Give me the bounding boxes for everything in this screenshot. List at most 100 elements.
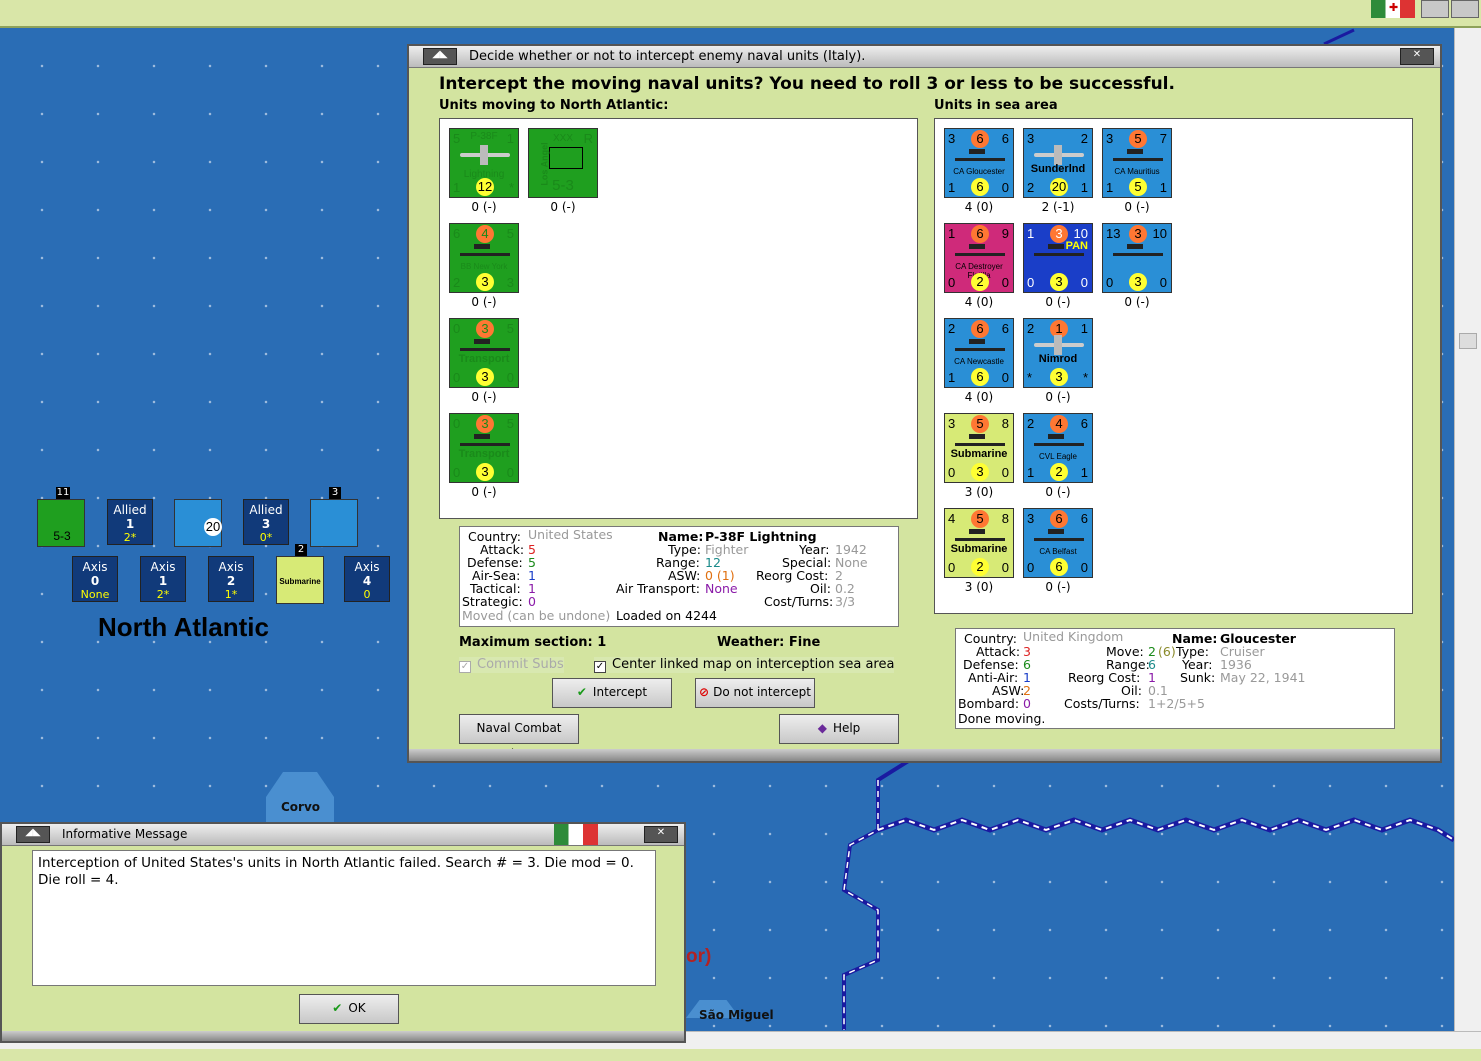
minimize-button[interactable] — [1421, 0, 1449, 18]
counter-tr: 10 — [1073, 226, 1088, 241]
dialog-titlebar[interactable]: ◢◣ Decide whether or not to intercept en… — [409, 46, 1440, 68]
counter-bm: 3 — [1129, 273, 1147, 291]
counter-tm: 3 — [1129, 225, 1147, 243]
plane-icon — [1034, 335, 1084, 355]
unit-counter-transport[interactable]: 0 3 5 Transport 0 3 0 — [449, 413, 519, 483]
commit-subs-checkbox[interactable]: ✓ Commit Subs — [459, 657, 564, 673]
army-symbol-icon — [549, 147, 583, 169]
checkbox-icon: ✓ — [594, 661, 606, 673]
counter-tr: 7 — [1159, 131, 1167, 146]
italy-flag-icon — [1371, 0, 1415, 18]
help-button[interactable]: ◆ Help — [779, 714, 899, 744]
unit-value: 0 (-) — [1124, 295, 1150, 309]
counter-tr: 6 — [1001, 131, 1009, 146]
counter-bm: 2 — [1050, 463, 1068, 481]
message-menu-button[interactable]: ◢◣ — [16, 826, 50, 843]
message-close-button[interactable]: ✕ — [644, 826, 678, 843]
unit-value: 0 (-) — [1045, 580, 1071, 594]
unit-value: 0 (-) — [1124, 200, 1150, 214]
unit-value: 0 (-) — [471, 295, 497, 309]
do-not-intercept-button[interactable]: ⊘ Do not intercept — [695, 678, 815, 708]
counter-bl: 0 — [1027, 275, 1035, 290]
counter-bm: 3 — [971, 463, 989, 481]
sea-units-label: Units in sea area — [934, 98, 1058, 113]
unit-counter-sea[interactable]: 3 5 8 Submarine 0 3 0 — [944, 413, 1014, 483]
counter-tl: 13 — [1106, 226, 1121, 241]
plane-icon — [1034, 145, 1084, 165]
counter-tl: 3 — [1027, 511, 1035, 526]
counter-tr: 2 — [1080, 131, 1088, 146]
dialog-bottom-edge — [409, 749, 1440, 761]
scroll-thumb[interactable] — [1459, 333, 1477, 349]
counter-tl: 1 — [1027, 226, 1035, 241]
ship-icon — [1113, 149, 1163, 161]
unit-counter-transport[interactable]: 0 3 5 Transport 0 3 0 — [449, 318, 519, 388]
counter-name: Sunderlnd — [1030, 163, 1086, 175]
unit-counter-sea[interactable]: 13 3 10 0 3 0 — [1102, 223, 1172, 293]
vertical-scrollbar[interactable] — [1454, 28, 1481, 1031]
checkmark-icon: ✔ — [332, 1001, 343, 1015]
counter-tm: 5 — [971, 415, 989, 433]
unit-value: 3 (0) — [964, 485, 994, 499]
counter-name: CA Gloucester — [953, 167, 1005, 176]
unit-counter-sea[interactable]: 169CA Destroyer Flotilla020 — [944, 223, 1014, 293]
map-army-counter[interactable]: 5-3 — [37, 499, 85, 547]
counter-bm: 2 — [971, 273, 989, 291]
counter-br: 0 — [1001, 465, 1009, 480]
maximize-button[interactable] — [1451, 0, 1479, 18]
unit-counter-sea[interactable]: 3 6 6 CA Belfast 0 6 0 — [1023, 508, 1093, 578]
axis-tile-2[interactable]: Axis 2 1* — [208, 556, 254, 602]
unit-counter-sea[interactable]: 3 2 Sunderlnd 2 20 1 — [1023, 128, 1093, 198]
map-sunderland-counter[interactable]: 20 — [174, 499, 222, 547]
counter-tr: 1 — [1080, 321, 1088, 336]
counter-br: 0 — [1080, 560, 1088, 575]
intercept-button[interactable]: ✔ Intercept — [552, 678, 672, 708]
unit-counter-sea[interactable]: 2 6 6 CA Newcastle 1 6 0 — [944, 318, 1014, 388]
counter-bm: 5 — [1129, 178, 1147, 196]
unit-counter-army[interactable]: XXX R Los Angel 5-3 — [528, 128, 598, 198]
center-map-checkbox[interactable]: ✓ Center linked map on interception sea a… — [594, 657, 895, 673]
axis-tile-1[interactable]: Axis 1 2* — [140, 556, 186, 602]
unit-counter-p38f[interactable]: 5 P-38F 1 Lightning 1 12 * — [449, 128, 519, 198]
counter-tm: 5 — [1129, 130, 1147, 148]
dialog-menu-button[interactable]: ◢◣ — [423, 48, 457, 65]
counter-bl: 1 — [948, 370, 956, 385]
stack-count-badge: 11 — [56, 487, 70, 499]
unit-counter-sea[interactable]: 3 6 6 CA Gloucester 1 6 0 — [944, 128, 1014, 198]
allied-tile-3[interactable]: Allied 3 0* — [243, 499, 289, 545]
counter-bm: 6 — [971, 368, 989, 386]
counter-bl: 0 — [948, 465, 956, 480]
dialog-close-button[interactable]: ✕ — [1400, 48, 1434, 65]
counter-bl: 0 — [948, 560, 956, 575]
unit-counter-sea[interactable]: 3 5 7 CA Mauritius 1 5 1 — [1102, 128, 1172, 198]
naval-combat-chart-button[interactable]: Naval Combat Chart — [459, 714, 579, 761]
unit-value: 4 (0) — [964, 295, 994, 309]
moving-unit-info: Country: United States Attack: 5 Defense… — [459, 526, 899, 627]
unit-counter-sea[interactable]: 1 3 10 PAN 0 3 0 — [1023, 223, 1093, 293]
axis-tile-4[interactable]: Axis 4 0 — [344, 556, 390, 602]
unit-counter-sea[interactable]: 2 1 1 Nimrod * 3 * — [1023, 318, 1093, 388]
ok-button[interactable]: ✔ OK — [299, 994, 399, 1024]
counter-bm: 3 — [1050, 368, 1068, 386]
message-titlebar[interactable]: ◢◣ Informative Message ✕ — [2, 824, 684, 846]
counter-tl: 3 — [948, 416, 956, 431]
counter-bm: 6 — [1050, 558, 1068, 576]
map-newcastle-counter[interactable] — [310, 499, 358, 547]
unit-value: 0 (-) — [550, 200, 576, 214]
unit-value: 0 (-) — [471, 200, 497, 214]
unit-counter-bb-new-york[interactable]: 6 4 5 BB New York 2 3 3 — [449, 223, 519, 293]
map-submarine-counter[interactable]: Submarine — [276, 556, 324, 604]
counter-bl: 2 — [1027, 180, 1035, 195]
ship-icon — [955, 529, 1005, 541]
moving-units-panel[interactable]: 5 P-38F 1 Lightning 1 12 * 0 (-) XXX R L… — [439, 118, 918, 519]
unit-value: 4 (0) — [964, 200, 994, 214]
unit-counter-sea[interactable]: 4 5 8 Submarine 0 2 0 — [944, 508, 1014, 578]
checkbox-icon: ✓ — [459, 661, 471, 673]
allied-tile-1[interactable]: Allied 1 2* — [107, 499, 153, 545]
unit-value: 2 (-1) — [1041, 200, 1075, 214]
sea-units-panel[interactable]: 3 6 6 CA Gloucester 1 6 0 4 (0) 3 2 Sunderlnd 2 20 1 2… — [934, 118, 1413, 614]
unit-counter-sea[interactable]: 2 4 6 CVL Eagle 1 2 1 — [1023, 413, 1093, 483]
informative-message-window: ◢◣ Informative Message ✕ Interception of… — [0, 822, 686, 1043]
axis-tile-0[interactable]: Axis 0 None — [72, 556, 118, 602]
ship-icon — [1034, 434, 1084, 446]
